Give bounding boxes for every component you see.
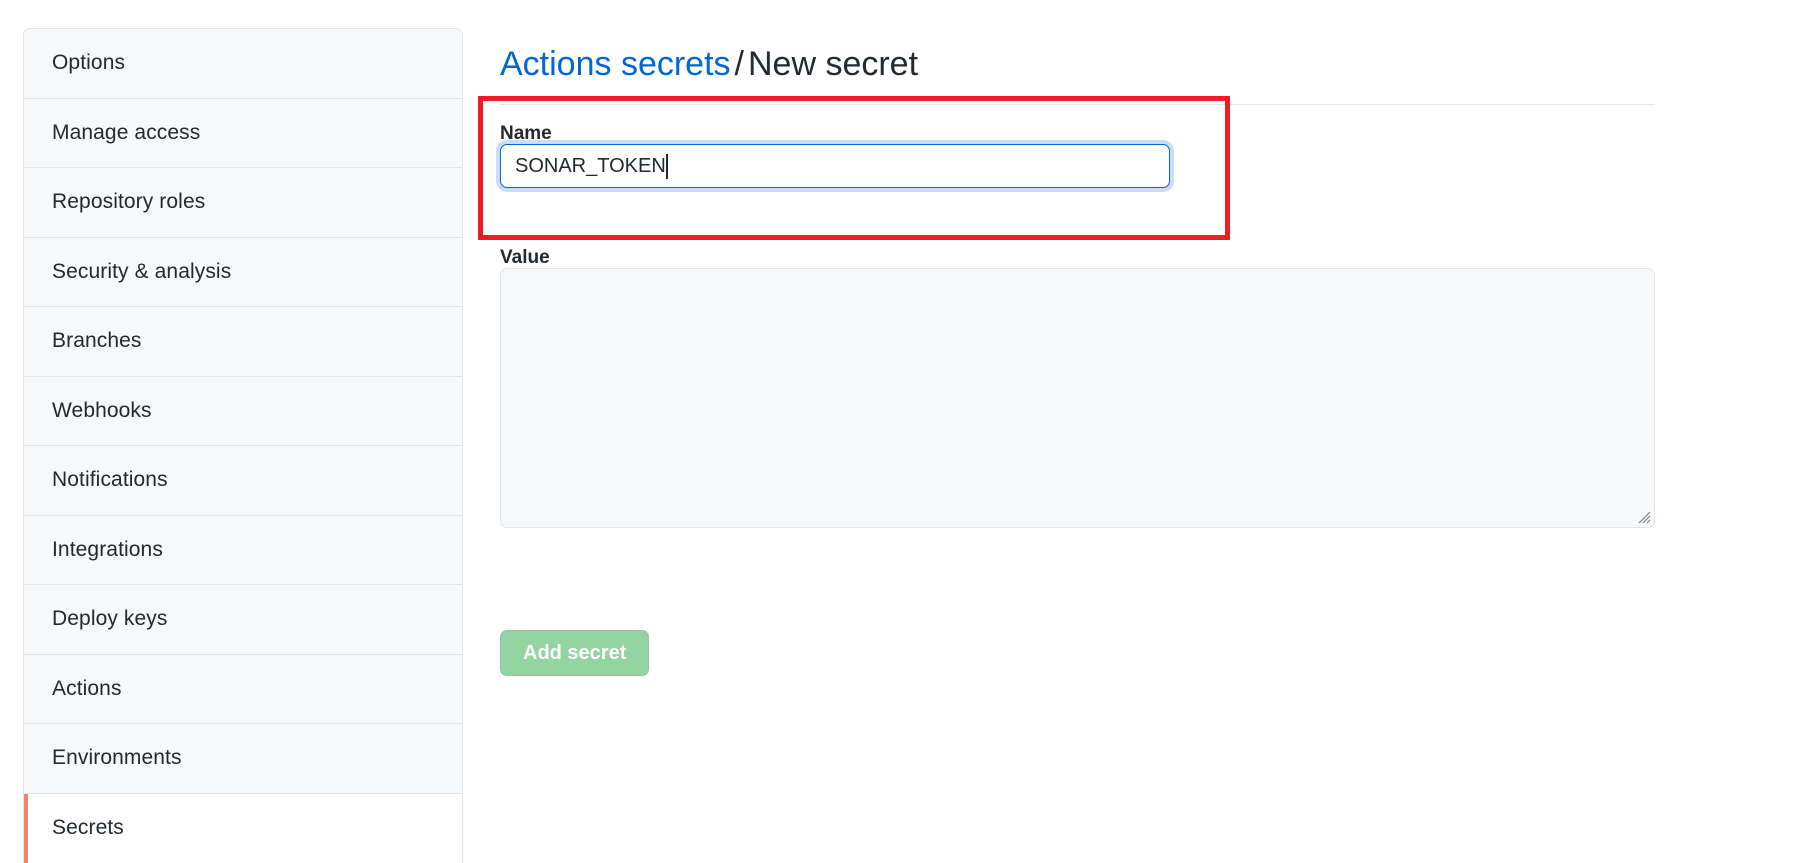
value-field-group: Value: [500, 248, 1655, 528]
sidebar-item-label: Notifications: [52, 468, 168, 492]
secret-name-input[interactable]: [500, 144, 1170, 188]
sidebar-item-repository-roles[interactable]: Repository roles: [24, 168, 462, 238]
sidebar-item-environments[interactable]: Environments: [24, 724, 462, 794]
sidebar-item-label: Environments: [52, 746, 182, 770]
sidebar-item-label: Repository roles: [52, 190, 205, 214]
sidebar-item-label: Webhooks: [52, 399, 152, 423]
sidebar-item-label: Security & analysis: [52, 260, 231, 284]
add-secret-button[interactable]: Add secret: [500, 630, 649, 676]
sidebar-item-manage-access[interactable]: Manage access: [24, 99, 462, 169]
sidebar-item-notifications[interactable]: Notifications: [24, 446, 462, 516]
breadcrumb-link-actions-secrets[interactable]: Actions secrets: [500, 45, 731, 83]
secret-value-textarea[interactable]: [500, 268, 1655, 528]
value-field-label: Value: [500, 247, 550, 268]
sidebar-item-label: Deploy keys: [52, 607, 167, 631]
sidebar-item-deploy-keys[interactable]: Deploy keys: [24, 585, 462, 655]
name-input-wrapper: [500, 144, 1170, 188]
sidebar-item-label: Actions: [52, 677, 122, 701]
settings-sidebar: Options Manage access Repository roles Secu…: [23, 28, 463, 863]
sidebar-item-options[interactable]: Options: [24, 29, 462, 99]
sidebar-item-integrations[interactable]: Integrations: [24, 516, 462, 586]
sidebar-item-label: Integrations: [52, 538, 163, 562]
sidebar-item-label: Manage access: [52, 121, 200, 145]
main-content: Actions secrets/New secret Name Value Ad…: [500, 0, 1810, 851]
sidebar-item-security-and-analysis[interactable]: Security & analysis: [24, 238, 462, 308]
sidebar-item-branches[interactable]: Branches: [24, 307, 462, 377]
sidebar-item-secrets[interactable]: Secrets: [24, 794, 462, 863]
sidebar-item-label: Secrets: [52, 816, 124, 840]
settings-secrets-page: Options Manage access Repository roles Secu…: [0, 0, 1810, 851]
sidebar-item-actions[interactable]: Actions: [24, 655, 462, 725]
breadcrumb-current-new-secret: New secret: [748, 45, 918, 83]
breadcrumb-separator: /: [731, 45, 748, 83]
sidebar-item-label: Options: [52, 51, 125, 75]
name-field-label: Name: [500, 123, 552, 144]
sidebar-item-webhooks[interactable]: Webhooks: [24, 377, 462, 447]
name-field-group: Name: [500, 124, 1170, 188]
page-title: Actions secrets/New secret: [500, 47, 1655, 106]
sidebar-item-label: Branches: [52, 329, 142, 353]
value-textarea-wrapper: [500, 268, 1655, 528]
